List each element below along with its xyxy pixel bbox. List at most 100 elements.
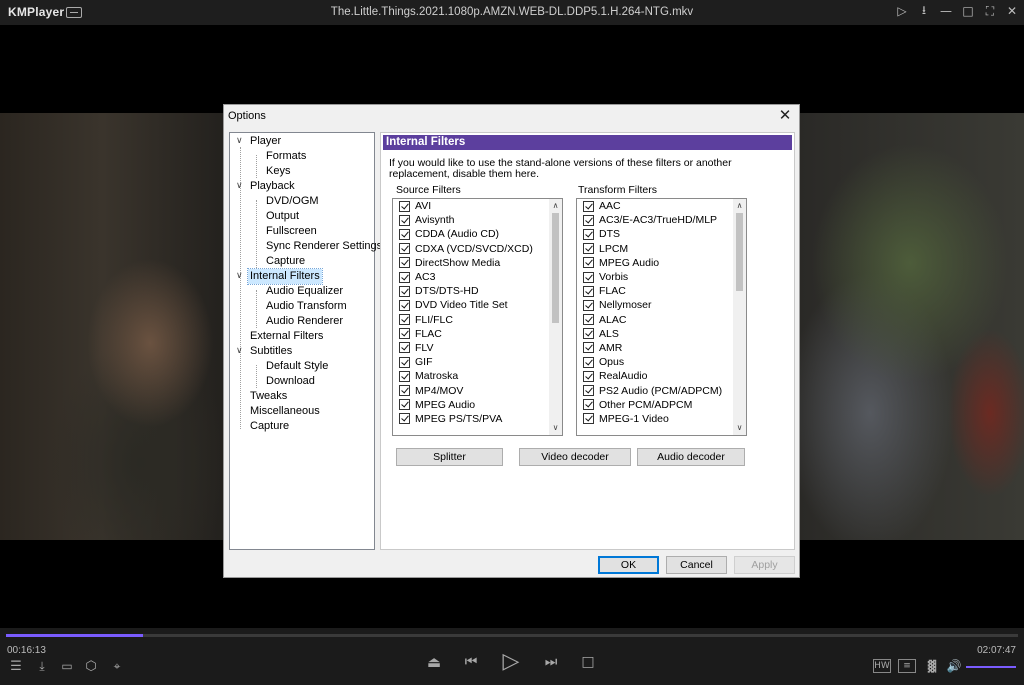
cast-icon[interactable]: ▷ [896,4,908,18]
transform-filter-item[interactable]: PS2 Audio (PCM/ADPCM) [577,383,733,397]
checkbox[interactable] [399,385,410,397]
tree-player[interactable]: Player [250,134,281,149]
checkbox[interactable] [399,271,410,283]
source-scrollbar[interactable]: ∧ ∨ [549,199,562,435]
transform-filter-item[interactable]: Vorbis [577,270,733,284]
options-tree[interactable]: ∨ Player Formats Keys ∨ Playback DVD/OGM… [229,132,382,550]
tree-sync-renderer[interactable]: Sync Renderer Settings [266,239,382,254]
vr-icon[interactable]: ▭ [58,659,76,673]
collapse-icon[interactable]: ∨ [236,271,243,281]
checkbox[interactable] [399,413,410,425]
tree-keys[interactable]: Keys [266,164,290,179]
subtitle-icon[interactable]: ≡ [898,659,916,673]
checkbox[interactable] [399,399,410,411]
maximize-icon[interactable]: □ [962,4,974,18]
transform-filter-item[interactable]: FLAC [577,284,733,298]
fullscreen-icon[interactable]: ⛶ [984,4,996,18]
source-filter-item[interactable]: FLV [393,341,549,355]
volume-icon[interactable]: 🔊 [946,659,962,673]
scroll-down-icon[interactable]: ∨ [549,422,562,434]
apply-button[interactable]: Apply [734,556,795,574]
hw-accel-icon[interactable]: HW [873,659,891,673]
checkbox[interactable] [583,257,594,269]
checkbox[interactable] [583,285,594,297]
transform-filter-item[interactable]: ALS [577,327,733,341]
checkbox[interactable] [399,328,410,340]
scroll-up-icon[interactable]: ∧ [733,200,746,212]
transform-filter-item[interactable]: ALAC [577,313,733,327]
tree-audio-transform[interactable]: Audio Transform [266,299,347,314]
stop-icon[interactable]: □ [580,653,596,671]
source-filter-item[interactable]: MPEG Audio [393,398,549,412]
checkbox[interactable] [583,399,594,411]
checkbox[interactable] [583,413,594,425]
seek-bar[interactable] [6,634,1018,637]
transform-filter-item[interactable]: Other PCM/ADPCM [577,398,733,412]
tree-formats[interactable]: Formats [266,149,306,164]
tree-dvd-ogm[interactable]: DVD/OGM [266,194,319,209]
pin-icon[interactable]: ⭳ [918,3,930,18]
source-filter-item[interactable]: FLAC [393,327,549,341]
close-icon[interactable]: ✕ [1006,4,1018,18]
collapse-icon[interactable]: ∨ [236,181,243,191]
eject-icon[interactable]: ⏏ [426,653,442,671]
transform-filter-item[interactable]: MPEG Audio [577,256,733,270]
transform-filter-item[interactable]: Opus [577,355,733,369]
checkbox[interactable] [583,370,594,382]
source-filter-item[interactable]: Avisynth [393,213,549,227]
checkbox[interactable] [399,299,410,311]
checkbox[interactable] [399,214,410,226]
scroll-thumb[interactable] [736,213,743,291]
tree-download[interactable]: Download [266,374,315,389]
checkbox[interactable] [399,370,410,382]
source-filter-item[interactable]: MPEG PS/TS/PVA [393,412,549,426]
transform-filter-item[interactable]: MPEG-1 Video [577,412,733,426]
transform-filter-item[interactable]: AAC [577,199,733,213]
transform-filter-item[interactable]: RealAudio [577,369,733,383]
checkbox[interactable] [399,356,410,368]
source-filter-item[interactable]: CDXA (VCD/SVCD/XCD) [393,242,549,256]
previous-icon[interactable]: ⏮ [462,653,480,671]
tree-tweaks[interactable]: Tweaks [250,389,287,404]
dialog-close-icon[interactable]: ✕ [777,107,793,123]
transform-filters-list[interactable]: AAC AC3/E-AC3/TrueHD/MLP DTS LPCM MPEG Audio… [576,198,747,436]
tree-capture-sub[interactable]: Capture [266,254,305,269]
source-filter-item[interactable]: AC3 [393,270,549,284]
source-filter-item[interactable]: MP4/MOV [393,383,549,397]
volume-slider[interactable] [966,666,1016,668]
checkbox[interactable] [399,342,410,354]
capture-icon[interactable]: ⌖ [108,659,126,673]
transform-filter-item[interactable]: AMR [577,341,733,355]
scroll-down-icon[interactable]: ∨ [733,422,746,434]
tree-default-style[interactable]: Default Style [266,359,328,374]
source-filter-item[interactable]: GIF [393,355,549,369]
minimize-icon[interactable]: — [940,4,952,18]
tree-playback[interactable]: Playback [250,179,295,194]
audio-wave-icon[interactable]: ▓ [923,659,941,673]
checkbox[interactable] [399,314,410,326]
checkbox[interactable] [583,314,594,326]
tree-audio-renderer[interactable]: Audio Renderer [266,314,343,329]
transform-scrollbar[interactable]: ∧ ∨ [733,199,746,435]
source-filters-list[interactable]: AVI Avisynth CDDA (Audio CD) CDXA (VCD/SVCD… [392,198,563,436]
play-icon[interactable]: ▷ [499,649,523,674]
checkbox[interactable] [583,243,594,255]
checkbox[interactable] [583,385,594,397]
tree-audio-equalizer[interactable]: Audio Equalizer [266,284,343,299]
checkbox[interactable] [399,285,410,297]
audio-decoder-button[interactable]: Audio decoder [637,448,745,466]
tree-external-filters[interactable]: External Filters [250,329,323,344]
transform-filter-item[interactable]: Nellymoser [577,298,733,312]
source-filter-item[interactable]: CDDA (Audio CD) [393,227,549,241]
tree-subtitles[interactable]: Subtitles [250,344,292,359]
source-filter-item[interactable]: DTS/DTS-HD [393,284,549,298]
3d-cube-icon[interactable]: ⬡ [83,659,99,674]
checkbox[interactable] [583,342,594,354]
video-decoder-button[interactable]: Video decoder [519,448,631,466]
source-filter-item[interactable]: AVI [393,199,549,213]
source-filter-item[interactable]: Matroska [393,369,549,383]
checkbox[interactable] [583,214,594,226]
checkbox[interactable] [399,243,410,255]
checkbox[interactable] [583,200,594,212]
ok-button[interactable]: OK [598,556,659,574]
